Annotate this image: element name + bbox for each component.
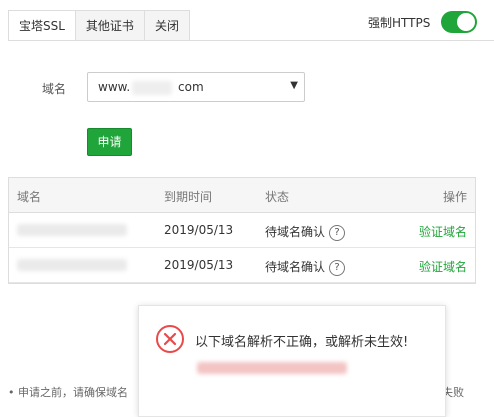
apply-button[interactable]: 申请 — [87, 128, 132, 156]
redacted-domain — [17, 259, 127, 271]
tab-close[interactable]: 关闭 — [143, 10, 190, 40]
header-status: 状态 — [265, 190, 290, 204]
domain-label: 域名 — [42, 82, 67, 96]
verify-domain-link[interactable]: 验证域名 — [419, 223, 467, 240]
table-header: 域名 到期时间 状态 操作 — [9, 178, 475, 213]
error-popup: 以下域名解析不正确，或解析未生效! — [138, 305, 446, 417]
redacted-domain — [17, 224, 127, 236]
help-icon[interactable]: ? — [329, 259, 346, 276]
verify-domain-link[interactable]: 验证域名 — [419, 258, 467, 275]
expiry-date: 2019/05/13 — [164, 223, 234, 237]
redacted-domain — [132, 81, 172, 95]
tab-other-cert[interactable]: 其他证书 — [74, 10, 145, 40]
tab-divider — [8, 40, 494, 41]
error-icon — [156, 325, 184, 353]
tab-baota-ssl[interactable]: 宝塔SSL — [8, 10, 76, 41]
table-row: 2019/05/13 待域名确认? 验证域名 — [9, 248, 475, 283]
domain-select[interactable]: www. com ▼ — [87, 72, 305, 102]
expiry-date: 2019/05/13 — [164, 258, 234, 272]
help-icon[interactable]: ? — [329, 224, 346, 241]
cert-table: 域名 到期时间 状态 操作 2019/05/13 待域名确认? 验证域名 201… — [8, 177, 476, 284]
error-message: 以下域名解析不正确，或解析未生效! — [195, 335, 409, 350]
domain-prefix: www. — [98, 80, 131, 94]
ssl-tabs: 宝塔SSL 其他证书 关闭 — [8, 10, 190, 41]
force-https-label: 强制HTTPS — [368, 16, 431, 30]
force-https-toggle[interactable] — [441, 11, 477, 33]
header-action: 操作 — [442, 190, 467, 204]
status-text: 待域名确认? — [265, 223, 346, 241]
header-domain: 域名 — [17, 190, 42, 204]
redacted-domain — [197, 362, 347, 374]
status-text: 待域名确认? — [265, 258, 346, 276]
status-label: 待域名确认 — [265, 225, 326, 239]
table-row: 2019/05/13 待域名确认? 验证域名 — [9, 213, 475, 248]
status-label: 待域名确认 — [265, 260, 326, 274]
tips-left: 申请之前，请确保域名 — [18, 386, 128, 399]
header-expiry: 到期时间 — [164, 190, 213, 204]
toggle-knob — [457, 13, 475, 31]
tips-text: • 申请之前，请确保域名 — [8, 386, 128, 399]
dropdown-arrow-icon: ▼ — [290, 80, 298, 91]
domain-suffix: com — [178, 80, 204, 94]
